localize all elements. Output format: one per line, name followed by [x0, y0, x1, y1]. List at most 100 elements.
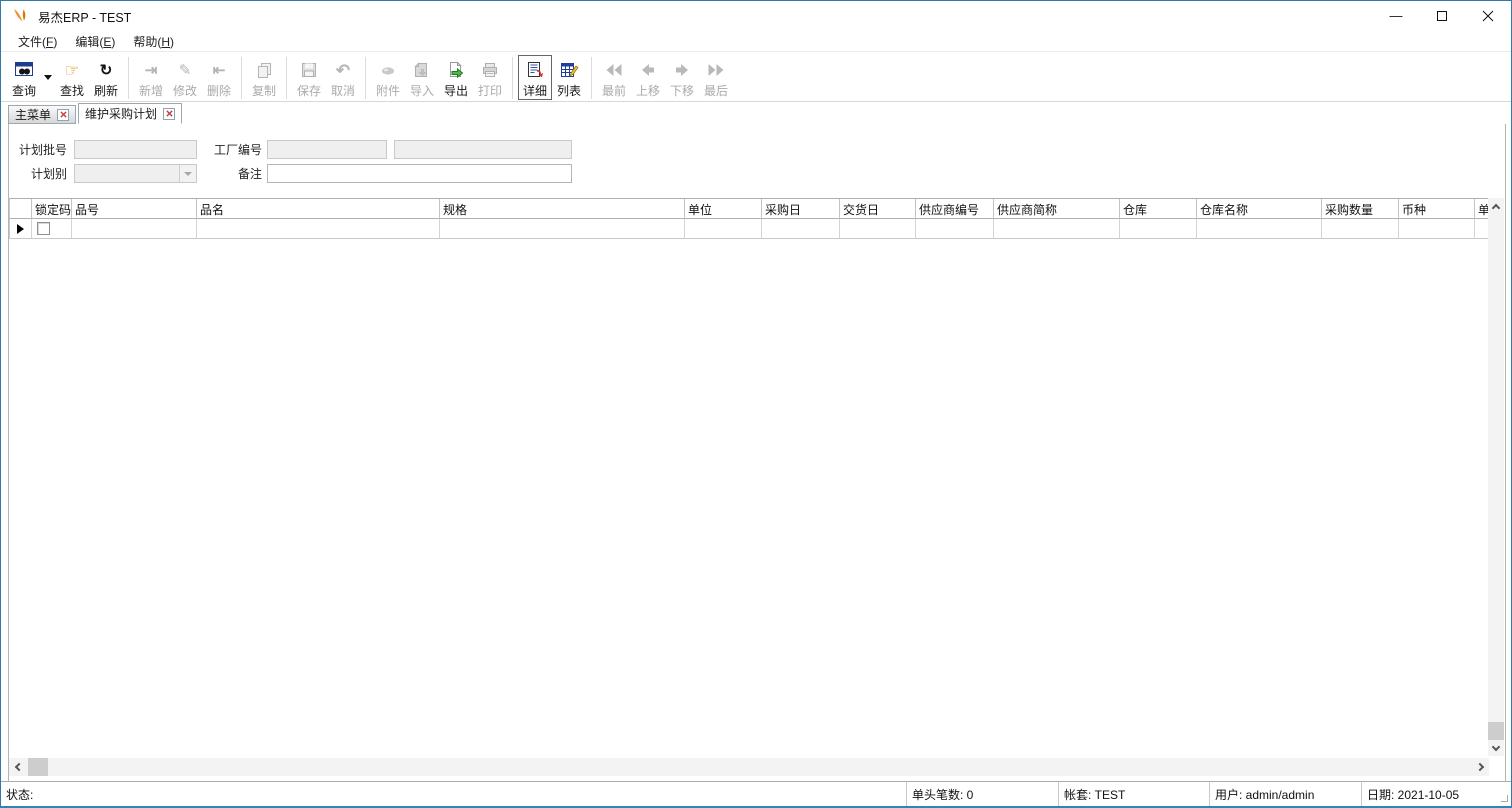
column-header[interactable]: 品名 — [197, 199, 440, 219]
edit-button: ✎ 修改 — [168, 55, 202, 100]
grid-cell — [840, 219, 916, 239]
column-header[interactable]: 供应商编号 — [916, 199, 994, 219]
arrow-right-icon — [674, 63, 690, 77]
row-selector-cell — [10, 219, 32, 239]
remark-input[interactable] — [267, 164, 572, 183]
horizontal-scroll-thumb[interactable] — [28, 758, 48, 776]
arrow-left-icon — [640, 63, 656, 77]
move-down-button: 下移 — [665, 55, 699, 100]
status-bar: 状态: 单头笔数: 0 帐套: TEST 用户: admin/admin 日期:… — [1, 781, 1511, 806]
toolbar-separator — [591, 57, 592, 99]
factory-no-label: 工厂编号 — [207, 141, 262, 159]
lock-code-checkbox[interactable] — [37, 222, 50, 235]
refresh-icon: ↻ — [100, 63, 113, 78]
grid-cell — [1322, 219, 1399, 239]
save-icon — [300, 61, 318, 79]
current-user: 用户: admin/admin — [1210, 782, 1361, 806]
grid-cell — [1399, 219, 1475, 239]
scroll-down-button[interactable] — [1488, 740, 1504, 756]
tab-close-button[interactable] — [163, 108, 175, 120]
vertical-scrollbar[interactable] — [1488, 198, 1504, 756]
content-panel: 计划批号 工厂编号 计划别 备注 锁定码 品号 品名 规格 单位 采购日 交货日… — [8, 124, 1506, 782]
menu-help[interactable]: 帮助(H) — [124, 31, 183, 52]
resize-grip[interactable] — [1501, 795, 1508, 802]
title-bar: 易杰ERP - TEST — — [1, 1, 1511, 31]
close-button[interactable] — [1465, 1, 1511, 31]
toolbar-separator — [365, 57, 366, 99]
attachment-icon — [379, 61, 397, 79]
column-header[interactable]: 品号 — [72, 199, 197, 219]
chevron-down-icon — [44, 75, 52, 80]
chevron-down-icon — [184, 172, 192, 176]
menu-file[interactable]: 文件(F) — [9, 31, 66, 52]
copy-button: 复制 — [247, 55, 281, 100]
grid-cell — [1120, 219, 1197, 239]
close-icon — [60, 111, 67, 118]
column-header[interactable]: 规格 — [440, 199, 685, 219]
column-header[interactable]: 采购数量 — [1322, 199, 1399, 219]
copy-icon — [255, 61, 273, 79]
save-button: 保存 — [292, 55, 326, 100]
chevron-up-icon — [1492, 203, 1500, 211]
move-last-button: 最后 — [699, 55, 733, 100]
scroll-right-button[interactable] — [1473, 759, 1489, 775]
plan-type-select — [74, 164, 197, 183]
column-header[interactable]: 仓库 — [1120, 199, 1197, 219]
close-icon — [1482, 10, 1494, 22]
factory-name-input — [394, 140, 572, 159]
grid-cell — [440, 219, 685, 239]
menu-edit[interactable]: 编辑(E) — [66, 31, 124, 52]
find-button[interactable]: ☞ 查找 — [55, 55, 89, 100]
column-header[interactable]: 锁定码 — [32, 199, 72, 219]
header-count: 单头笔数: 0 — [907, 782, 1058, 806]
vertical-scroll-thumb[interactable] — [1488, 722, 1504, 740]
status-text: 状态: — [1, 782, 906, 806]
minimize-button[interactable]: — — [1373, 1, 1419, 31]
toolbar-separator — [128, 57, 129, 99]
horizontal-scrollbar[interactable] — [9, 758, 1489, 776]
print-icon — [481, 61, 499, 79]
data-grid: 锁定码 品号 品名 规格 单位 采购日 交货日 供应商编号 供应商简称 仓库 仓… — [9, 198, 1491, 239]
plan-type-label: 计划别 — [19, 165, 67, 183]
close-icon — [166, 110, 173, 117]
grid-cell — [1197, 219, 1322, 239]
export-icon — [446, 61, 466, 79]
remark-label: 备注 — [234, 165, 262, 183]
undo-icon: ↶ — [336, 63, 350, 78]
refresh-button[interactable]: ↻ 刷新 — [89, 55, 123, 100]
grid-header-row: 锁定码 品号 品名 规格 单位 采购日 交货日 供应商编号 供应商简称 仓库 仓… — [10, 199, 1491, 219]
column-header[interactable]: 仓库名称 — [1197, 199, 1322, 219]
maximize-button[interactable] — [1419, 1, 1465, 31]
column-header[interactable]: 单位 — [685, 199, 762, 219]
column-header[interactable]: 币种 — [1399, 199, 1475, 219]
move-first-button: 最前 — [597, 55, 631, 100]
minimize-icon: — — [1390, 11, 1403, 21]
scroll-left-button[interactable] — [9, 759, 25, 775]
scroll-up-button[interactable] — [1488, 198, 1504, 214]
query-dropdown-button[interactable] — [41, 55, 55, 100]
export-button[interactable]: 导出 — [439, 55, 473, 100]
grid-cell — [685, 219, 762, 239]
menu-bar: 文件(F) 编辑(E) 帮助(H) — [1, 31, 1511, 52]
add-icon: ⇥ — [145, 63, 158, 78]
plan-batch-label: 计划批号 — [19, 141, 67, 159]
chevron-left-icon — [14, 763, 22, 771]
column-header[interactable]: 交货日 — [840, 199, 916, 219]
import-icon — [413, 61, 431, 79]
query-button[interactable]: 查询 — [7, 55, 41, 100]
list-button[interactable]: 列表 — [552, 55, 586, 100]
toolbar-separator — [286, 57, 287, 99]
column-header[interactable]: 供应商简称 — [994, 199, 1120, 219]
grid-empty-row[interactable] — [10, 219, 1491, 239]
column-header[interactable]: 采购日 — [762, 199, 840, 219]
plan-batch-input — [74, 140, 197, 159]
find-hand-icon: ☞ — [64, 63, 79, 78]
tab-close-button[interactable] — [57, 109, 69, 121]
detail-icon — [525, 61, 545, 79]
tab-main-menu[interactable]: 主菜单 — [8, 105, 76, 124]
tab-maintain-purchase-plan[interactable]: 维护采购计划 — [78, 103, 182, 124]
current-row-marker-icon — [17, 224, 24, 234]
row-selector-header — [10, 199, 32, 219]
detail-button[interactable]: 详细 — [518, 55, 552, 100]
toolbar-separator — [241, 57, 242, 99]
